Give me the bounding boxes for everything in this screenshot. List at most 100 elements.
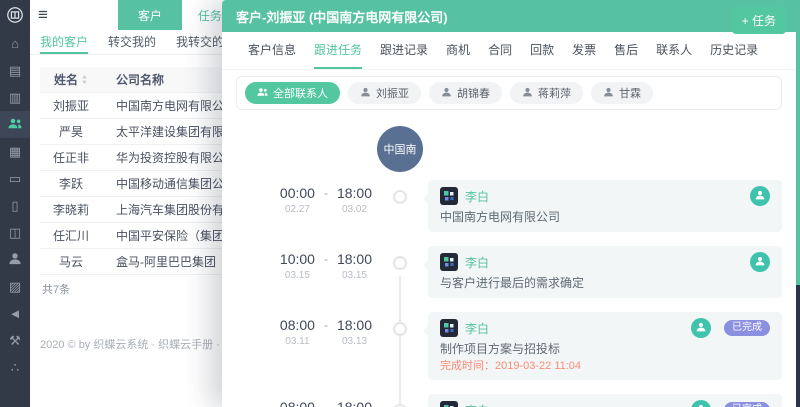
nav-tab-customers[interactable]: 客户 [117, 0, 182, 30]
assignee-button[interactable] [750, 186, 770, 206]
cell-name: 马云 [58, 255, 83, 269]
sidebar-item-customers[interactable] [0, 111, 30, 138]
contact-filter-bar: 全部联系人 刘振亚 胡锦春 蒋莉萍 甘霖 [236, 76, 782, 110]
task-time-range: 08:00 03.11 -18:00 03.13 [222, 312, 372, 380]
task-done-time: 完成时间：2019-03-22 11:04 [440, 360, 582, 372]
cell-name: 刘振亚 [52, 99, 89, 113]
contact-chip-3[interactable]: 蒋莉萍 [510, 82, 583, 104]
scrollbar-thumb[interactable] [796, 32, 800, 285]
cell-company: 中国南方电网有限公司 [116, 99, 237, 113]
timeline-node [393, 322, 407, 336]
task-description: 与客户进行最后的需求确定 [440, 276, 585, 290]
image-icon: ▨ [8, 278, 22, 294]
owner-avatar [440, 253, 458, 271]
task-entry: 00:00 02.27 -18:00 03.02 李白 中国南方电网有限公司 [222, 180, 782, 232]
assignee-button[interactable] [750, 252, 770, 272]
task-end: 18:00 03.02 [337, 185, 372, 232]
task-end: 18:00 [337, 399, 372, 407]
sidebar-item-briefcase[interactable]: ▥ [0, 84, 30, 111]
id-card-icon: ▭ [8, 170, 22, 186]
contact-chip-0[interactable]: 全部联系人 [245, 82, 340, 104]
modal-tab-3[interactable]: 商机 [446, 32, 470, 69]
scrollbar-track [796, 285, 800, 407]
task-card[interactable]: 李白 已完成 [428, 394, 782, 407]
assignee-button[interactable] [691, 400, 711, 407]
person-icon [8, 252, 22, 268]
task-card[interactable]: 李白 中国南方电网有限公司 [423, 180, 782, 232]
sidebar: ⌂ ▤ ▥ ▦ ▭ ▯ ◫ ▨ ◄ ⚒ ∴ [0, 0, 30, 407]
sidebar-item-kanban[interactable]: ◫ [0, 219, 30, 246]
timeline-axis [399, 276, 401, 407]
task-card-header: 李白 [440, 252, 770, 272]
cell-name: 李晓莉 [52, 203, 89, 217]
sidebar-item-calendar[interactable]: ▦ [0, 138, 30, 165]
sidebar-item-announcement[interactable]: ◄ [0, 300, 30, 327]
time-dash: - [323, 400, 328, 407]
contact-chip-4[interactable]: 甘霖 [591, 82, 653, 104]
modal-tab-7[interactable]: 售后 [614, 32, 638, 69]
person-small-icon [603, 87, 614, 100]
contact-chip-1[interactable]: 刘振亚 [348, 82, 421, 104]
home-icon: ⌂ [11, 36, 19, 51]
sidebar-item-list[interactable]: ▤ [0, 57, 30, 84]
sidebar-item-share[interactable]: ∴ [0, 354, 30, 381]
modal-tab-0[interactable]: 客户信息 [248, 32, 296, 69]
modal-header: 客户-刘振亚 (中国南方电网有限公司) × [222, 0, 800, 32]
start-time: 08:00 [279, 317, 315, 333]
status-badge: 已完成 [724, 402, 770, 407]
start-date: 03.11 [285, 336, 310, 347]
share-icon: ∴ [10, 359, 20, 375]
start-time: 10:00 [279, 251, 315, 267]
sidebar-item-notebook[interactable]: ▯ [0, 192, 30, 219]
subtab-2[interactable]: 我转交的 [176, 30, 224, 54]
nav-tab-tasks[interactable]: 任务 [198, 7, 222, 24]
contact-chip-label: 胡锦春 [457, 88, 490, 100]
task-owner-name: 李白 [465, 255, 490, 270]
sidebar-item-home[interactable]: ⌂ [0, 30, 30, 57]
app-logo-icon[interactable] [0, 0, 30, 30]
users-icon [8, 117, 22, 133]
task-owner-name: 李白 [465, 321, 490, 336]
task-time-range: 08:00 - 18:00 [222, 394, 372, 407]
assignee-button[interactable] [691, 318, 711, 338]
sort-icon[interactable] [81, 75, 88, 84]
task-card[interactable]: 李白 已完成 制作项目方案与招投标 完成时间：2019-03-22 11:04 [423, 312, 782, 380]
modal-tab-1[interactable]: 跟进任务 [314, 32, 363, 69]
notebook-icon: ▯ [11, 197, 19, 213]
timeline-node [393, 256, 407, 270]
task-owner-name: 李白 [465, 189, 490, 204]
sidebar-item-auction[interactable]: ⚒ [0, 327, 30, 354]
modal-tab-5[interactable]: 回款 [530, 32, 554, 69]
sidebar-item-user[interactable] [0, 246, 30, 273]
subtab-1[interactable]: 转交我的 [108, 30, 156, 54]
person-icon [696, 403, 706, 407]
add-task-button[interactable]: + 任务 [731, 7, 786, 34]
start-date: 03.15 [284, 270, 310, 281]
contact-chip-label: 全部联系人 [273, 88, 328, 100]
status-badge: 已完成 [724, 320, 770, 336]
gavel-icon: ⚒ [9, 332, 21, 348]
subtab-0[interactable]: 我的客户 [40, 30, 89, 54]
modal-tab-6[interactable]: 发票 [572, 32, 596, 69]
task-card-header: 李白 [440, 186, 770, 206]
modal-tab-4[interactable]: 合同 [488, 32, 512, 69]
modal-tab-9[interactable]: 历史记录 [710, 32, 758, 69]
modal-tab-8[interactable]: 联系人 [656, 32, 692, 69]
modal-tab-2[interactable]: 跟进记录 [380, 32, 428, 69]
end-date: 03.15 [341, 270, 367, 281]
calendar-icon: ▦ [8, 143, 22, 159]
contact-chip-2[interactable]: 胡锦春 [429, 82, 502, 104]
sidebar-item-gallery[interactable]: ▨ [0, 273, 30, 300]
menu-icon[interactable]: ≡ [30, 5, 56, 25]
cell-name: 严昊 [58, 125, 83, 139]
megaphone-icon: ◄ [8, 306, 22, 321]
contact-chip-label: 蒋莉萍 [538, 88, 571, 100]
column-header-company[interactable]: 公司名称 [102, 71, 164, 88]
owner-avatar [440, 319, 458, 337]
column-header-name[interactable]: 姓名 [40, 71, 102, 88]
timeline-node-col [372, 180, 428, 232]
cell-company: 盒马-阿里巴巴集团 [116, 255, 216, 269]
task-card[interactable]: 李白与客户进行最后的需求确定 [423, 246, 782, 298]
contact-chip-label: 刘振亚 [376, 88, 409, 100]
sidebar-item-id-card[interactable]: ▭ [0, 165, 30, 192]
